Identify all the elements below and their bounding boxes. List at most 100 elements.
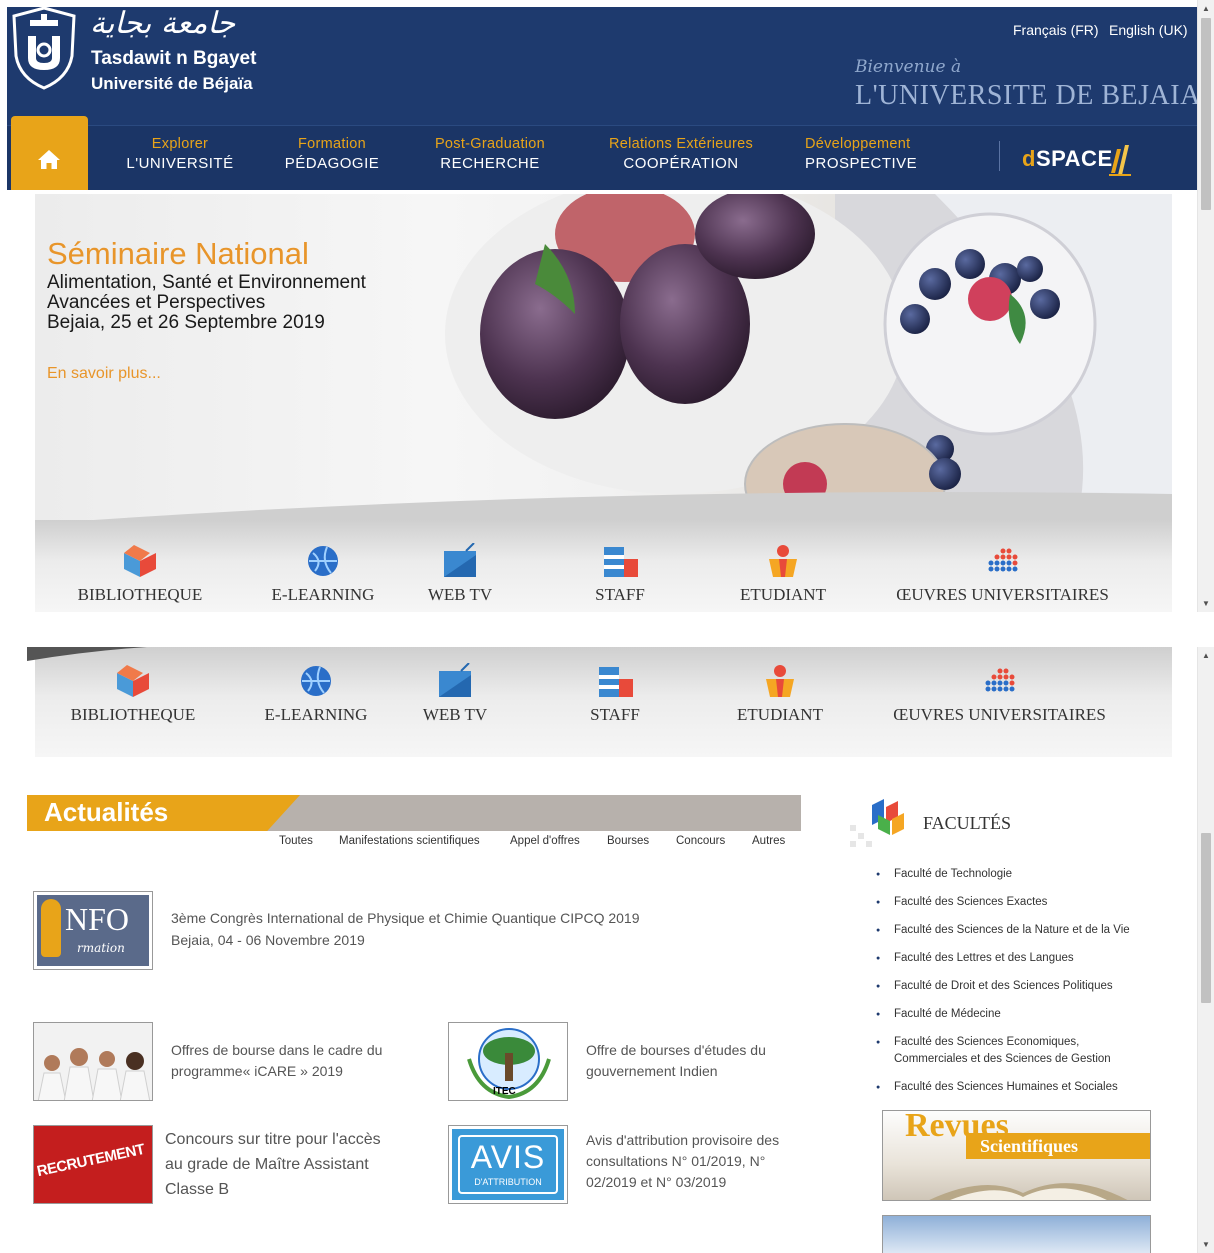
news-item-5-line3: 02/2019 et N° 03/2019	[586, 1174, 727, 1190]
nav-relations-bottom: COOPÉRATION	[623, 155, 739, 172]
nav-developpement[interactable]: Développement PROSPECTIVE	[805, 136, 931, 172]
nav-formation[interactable]: Formation PÉDAGOGIE	[275, 136, 389, 172]
ql-oeuvres[interactable]: ŒUVRES UNIVERSITAIRES	[890, 543, 1115, 605]
nav-postgraduation[interactable]: Post-Graduation RECHERCHE	[422, 136, 558, 172]
ql2-webtv[interactable]: WEB TV	[405, 663, 505, 725]
screenshot-separator	[0, 612, 1214, 647]
lang-english-link[interactable]: English (UK)	[1109, 22, 1188, 38]
ql2-bibliotheque[interactable]: BIBLIOTHEQUE	[68, 663, 198, 725]
faculties-list: Faculté de Technologie Faculté des Scien…	[876, 866, 1156, 1107]
dspace-link[interactable]: dSPACE	[1022, 146, 1113, 172]
news-thumb-avis[interactable]: AVIS D'ATTRIBUTION	[448, 1125, 568, 1204]
nav-explorer-bottom: L'UNIVERSITÉ	[126, 155, 234, 172]
logo-name-line1: Tasdawit n Bgayet	[91, 48, 257, 69]
faculties-icon	[850, 799, 904, 847]
news-item-3-link[interactable]: Offre de bourses d'études du gouvernemen…	[586, 1040, 806, 1082]
news-item-4-line3: Classe B	[165, 1181, 230, 1198]
nav-formation-top: Formation	[298, 136, 366, 152]
news-item-2-line1: Offres de bourse dans le cadre du	[171, 1042, 383, 1058]
ql-staff[interactable]: STAFF	[575, 543, 665, 605]
faculty-link[interactable]: Faculté des Sciences Exactes	[876, 894, 1156, 911]
news-item-5-link[interactable]: Avis d'attribution provisoire des consul…	[586, 1130, 816, 1193]
revues-banner[interactable]: Revues Scientifiques	[882, 1110, 1151, 1201]
banner-more-link[interactable]: En savoir plus...	[47, 365, 161, 383]
revues-subtitle: Scientifiques	[980, 1136, 1079, 1156]
filter-autres[interactable]: Autres	[752, 835, 785, 847]
tv-icon	[444, 543, 476, 577]
faculty-link[interactable]: Faculté de Droit et des Sciences Politiq…	[876, 978, 1156, 995]
lang-french-link[interactable]: Français (FR)	[1013, 22, 1099, 38]
ql-staff-label: STAFF	[595, 585, 645, 604]
ql-bibliotheque-label: BIBLIOTHEQUE	[77, 585, 203, 604]
student-icon	[766, 665, 794, 697]
banner-line1: Alimentation, Santé et Environnement	[47, 272, 366, 293]
students-photo	[34, 1023, 152, 1100]
nav-relations[interactable]: Relations Extérieures COOPÉRATION	[593, 136, 769, 172]
ql2-oeuvres-label: ŒUVRES UNIVERSITAIRES	[893, 705, 1106, 724]
news-item-5-line2: consultations N° 01/2019, N°	[586, 1153, 766, 1169]
nav-postgraduation-top: Post-Graduation	[434, 136, 546, 152]
ql2-webtv-label: WEB TV	[422, 705, 488, 724]
faculty-link[interactable]: Faculté des Sciences de la Nature et de …	[876, 922, 1156, 939]
browser-viewport-bottom: BIBLIOTHEQUE E-LEARNING WEB TV STAFF ETU…	[0, 647, 1214, 1253]
scrollbar-thumb-2[interactable]	[1201, 833, 1211, 1003]
scroll-up-arrow-icon[interactable]: ▲	[1198, 0, 1214, 17]
scrollbar-thumb[interactable]	[1201, 18, 1211, 210]
filter-manifestations[interactable]: Manifestations scientifiques	[339, 835, 480, 847]
filter-bourses[interactable]: Bourses	[607, 835, 649, 847]
news-thumb-bourse[interactable]	[33, 1022, 153, 1101]
news-thumb-info[interactable]: NFO rmation	[33, 891, 153, 970]
faculty-link[interactable]: Faculté de Médecine	[876, 1006, 1156, 1023]
scroll-down-arrow-icon[interactable]: ▼	[1198, 1236, 1214, 1253]
welcome-title: L'UNIVERSITE DE BEJAIA	[855, 80, 1201, 111]
filter-toutes[interactable]: Toutes	[279, 835, 313, 847]
dspace-d: d	[1022, 146, 1036, 171]
nav-explorer-top: Explorer	[151, 136, 209, 152]
news-thumb-itec[interactable]: ITEC	[448, 1022, 568, 1101]
news-item-1-link[interactable]: 3ème Congrès International de Physique e…	[171, 908, 771, 951]
logo-name-line2: Université de Béjaïa	[91, 74, 253, 93]
ql2-elearning[interactable]: E-LEARNING	[251, 663, 381, 725]
news-item-2-link[interactable]: Offres de bourse dans le cadre du progra…	[171, 1040, 411, 1082]
world-map-banner[interactable]	[882, 1215, 1151, 1253]
faculty-link[interactable]: Faculté de Technologie	[876, 866, 1156, 883]
nav-developpement-bottom: PROSPECTIVE	[805, 155, 918, 172]
faculty-link[interactable]: Faculté des Sciences Economiques, Commer…	[876, 1034, 1126, 1068]
avis-badge-sub: D'ATTRIBUTION	[474, 1177, 542, 1187]
student-icon	[769, 545, 797, 577]
news-thumb-recrutement[interactable]: RECRUTEMENT	[33, 1125, 153, 1204]
scroll-up-arrow-icon[interactable]: ▲	[1198, 647, 1214, 664]
ql2-etudiant[interactable]: ETUDIANT	[730, 663, 830, 725]
library-icon	[117, 665, 149, 697]
ql-etudiant[interactable]: ETUDIANT	[733, 543, 833, 605]
nav-formation-bottom: PÉDAGOGIE	[284, 155, 380, 172]
ql-elearning[interactable]: E-LEARNING	[258, 543, 388, 605]
filter-concours[interactable]: Concours	[676, 835, 725, 847]
home-button[interactable]	[11, 116, 88, 190]
ql-webtv[interactable]: WEB TV	[410, 543, 510, 605]
filter-appel-offres[interactable]: Appel d'offres	[510, 835, 580, 847]
open-book-image	[929, 1183, 1128, 1200]
news-item-4-link[interactable]: Concours sur titre pour l'accès au grade…	[165, 1127, 415, 1202]
ql-etudiant-label: ETUDIANT	[740, 585, 826, 604]
university-logo-icon[interactable]	[10, 6, 78, 90]
ql2-etudiant-label: ETUDIANT	[737, 705, 823, 724]
ql-webtv-label: WEB TV	[427, 585, 493, 604]
vertical-scrollbar[interactable]: ▲ ▼	[1197, 0, 1214, 612]
ql2-oeuvres[interactable]: ŒUVRES UNIVERSITAIRES	[887, 663, 1112, 725]
ql2-staff[interactable]: STAFF	[570, 663, 660, 725]
scroll-down-arrow-icon[interactable]: ▼	[1198, 595, 1214, 612]
faculty-link[interactable]: Faculté des Sciences Humaines et Sociale…	[876, 1079, 1156, 1096]
ql-elearning-label: E-LEARNING	[271, 585, 375, 604]
avis-badge-main: AVIS	[470, 1139, 546, 1175]
nav-explorer[interactable]: Explorer L'UNIVERSITÉ	[120, 136, 240, 172]
vertical-scrollbar-2[interactable]: ▲ ▼	[1197, 647, 1214, 1253]
ql-oeuvres-label: ŒUVRES UNIVERSITAIRES	[896, 585, 1109, 604]
logo-arabic-name: جامعة بجاية	[90, 6, 236, 41]
ql-bibliotheque[interactable]: BIBLIOTHEQUE	[75, 543, 205, 605]
news-item-1-title: 3ème Congrès International de Physique e…	[171, 910, 640, 926]
nav-developpement-top: Développement	[805, 136, 911, 152]
tv-icon	[439, 663, 471, 697]
faculty-link[interactable]: Faculté des Lettres et des Langues	[876, 950, 1156, 967]
news-item-3-line2: gouvernement Indien	[586, 1063, 718, 1079]
